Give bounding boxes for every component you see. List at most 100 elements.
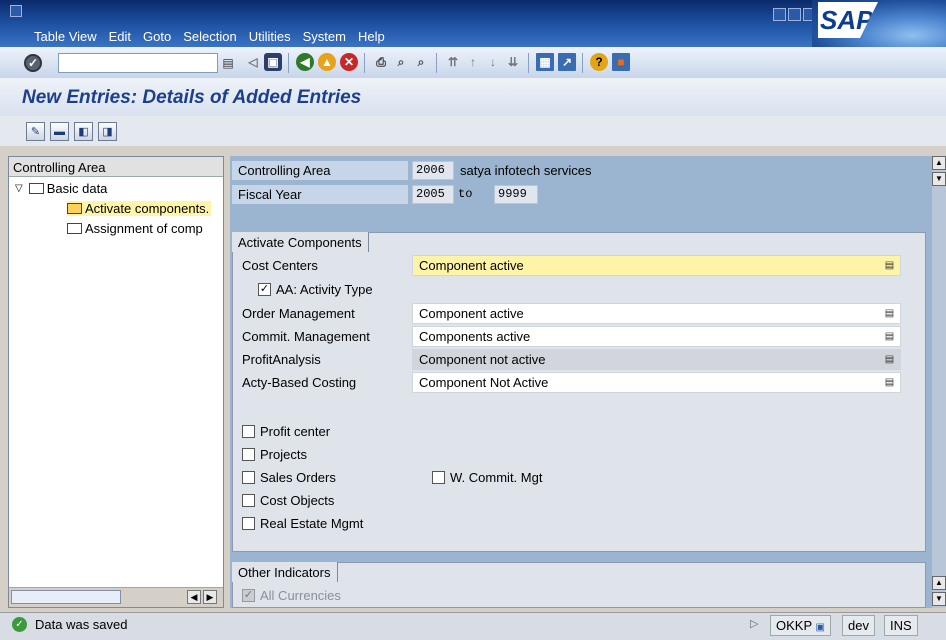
real-estate-mgmt-checkbox[interactable]: Real Estate Mgmt bbox=[242, 516, 363, 531]
scroll-thumb[interactable] bbox=[11, 590, 121, 604]
back-icon[interactable]: ◀ bbox=[296, 53, 314, 71]
checkbox-label: Profit center bbox=[260, 424, 331, 439]
menu-goto[interactable]: Goto bbox=[143, 29, 171, 44]
maximize-icon[interactable] bbox=[788, 8, 801, 21]
order-management-label: Order Management bbox=[242, 306, 355, 321]
display-change-icon[interactable]: ✎ bbox=[26, 122, 45, 141]
folder-open-icon bbox=[67, 203, 82, 214]
scroll-right-icon[interactable]: ▶ bbox=[203, 590, 217, 604]
tree-node-assignment[interactable]: Assignment of comp bbox=[67, 221, 203, 236]
profit-analysis-label: ProfitAnalysis bbox=[242, 352, 321, 367]
delete-icon[interactable]: ▬ bbox=[50, 122, 69, 141]
folder-icon bbox=[28, 183, 44, 194]
fiscal-year-to-field: 9999 bbox=[494, 185, 538, 204]
menu-system[interactable]: System bbox=[303, 29, 346, 44]
w-commit-mgt-checkbox[interactable]: W. Commit. Mgt bbox=[432, 470, 542, 485]
checkbox-icon[interactable] bbox=[242, 471, 255, 484]
dropdown-icon[interactable]: ▤ bbox=[883, 259, 896, 272]
server-icon: ▣ bbox=[815, 622, 825, 633]
menu-bar: Table View Edit Goto Selection Utilities… bbox=[0, 25, 397, 47]
shortcut-icon[interactable]: ↗ bbox=[558, 53, 576, 71]
scroll-up-icon[interactable]: ▲ bbox=[932, 156, 946, 170]
save-icon[interactable]: ▣ bbox=[264, 53, 282, 71]
dropdown-icon[interactable]: ▤ bbox=[883, 330, 896, 343]
checkbox-label: Cost Objects bbox=[260, 493, 335, 508]
checkbox-icon[interactable] bbox=[242, 517, 255, 530]
commit-management-dropdown[interactable]: Components active ▤ bbox=[412, 326, 901, 347]
checkbox-icon[interactable] bbox=[432, 471, 445, 484]
profit-analysis-dropdown[interactable]: Component not active ▤ bbox=[412, 349, 901, 370]
command-history-icon[interactable]: ▤ bbox=[220, 55, 236, 71]
application-toolbar bbox=[0, 116, 946, 146]
acty-based-costing-label: Acty-Based Costing bbox=[242, 375, 357, 390]
print-icon[interactable]: ⎙ bbox=[372, 53, 390, 71]
window-menu-icon[interactable] bbox=[10, 5, 22, 17]
insert-mode[interactable]: INS bbox=[884, 615, 918, 636]
controlling-area-label: Controlling Area bbox=[232, 161, 408, 180]
profit-center-checkbox[interactable]: Profit center bbox=[242, 424, 330, 439]
checkbox-icon[interactable] bbox=[242, 448, 255, 461]
status-expand-icon[interactable]: ▷ bbox=[750, 617, 758, 630]
scroll-left-icon[interactable]: ◀ bbox=[187, 590, 201, 604]
dropdown-icon[interactable]: ▤ bbox=[883, 307, 896, 320]
detail-area: Controlling Area 2006 satya infotech ser… bbox=[230, 156, 932, 608]
find-icon[interactable]: ⌕ bbox=[392, 53, 410, 71]
dropdown-value: Component Not Active bbox=[419, 375, 549, 390]
tree-node-activate-components[interactable]: Activate components. bbox=[67, 201, 212, 216]
checkbox-label: All Currencies bbox=[260, 588, 341, 603]
transaction-text: OKKP bbox=[776, 618, 812, 633]
menu-table-view[interactable]: Table View bbox=[34, 29, 97, 44]
success-icon: ✓ bbox=[12, 617, 27, 632]
find-next-icon[interactable]: ⌕ bbox=[412, 53, 430, 71]
sales-orders-checkbox[interactable]: Sales Orders bbox=[242, 470, 336, 485]
scroll-down-icon[interactable]: ▼ bbox=[932, 592, 946, 606]
next-entry-icon[interactable]: ◨ bbox=[98, 122, 117, 141]
scroll-up-bottom-icon[interactable]: ▲ bbox=[932, 576, 946, 590]
create-session-icon[interactable]: ▦ bbox=[536, 53, 554, 71]
checkbox-icon[interactable]: ✓ bbox=[258, 283, 271, 296]
scroll-page-up-icon[interactable]: ▼ bbox=[932, 172, 946, 186]
checkbox-label: AA: Activity Type bbox=[276, 282, 373, 297]
dropdown-icon[interactable]: ▤ bbox=[883, 353, 896, 366]
checkbox-icon[interactable] bbox=[242, 425, 255, 438]
previous-entry-icon[interactable]: ◧ bbox=[74, 122, 93, 141]
exit-icon[interactable]: ▲ bbox=[318, 53, 336, 71]
tree-node-basic-data[interactable]: ▽ Basic data bbox=[15, 181, 107, 196]
first-page-icon[interactable]: ⇈ bbox=[444, 53, 462, 71]
minimize-icon[interactable] bbox=[773, 8, 786, 21]
tree-horizontal-scrollbar[interactable]: ◀ ▶ bbox=[9, 587, 223, 607]
next-page-icon[interactable]: ↓ bbox=[484, 53, 502, 71]
dropdown-value: Component active bbox=[419, 306, 524, 321]
last-page-icon[interactable]: ⇊ bbox=[504, 53, 522, 71]
projects-checkbox[interactable]: Projects bbox=[242, 447, 307, 462]
menu-help[interactable]: Help bbox=[358, 29, 385, 44]
menu-edit[interactable]: Edit bbox=[109, 29, 131, 44]
dropdown-value: Component not active bbox=[419, 352, 546, 367]
commit-management-label: Commit. Management bbox=[242, 329, 370, 344]
status-message: ✓ Data was saved bbox=[12, 617, 128, 632]
previous-page-icon[interactable]: ↑ bbox=[464, 53, 482, 71]
tree-label: Assignment of comp bbox=[85, 221, 203, 236]
menu-utilities[interactable]: Utilities bbox=[249, 29, 291, 44]
checkbox-icon[interactable] bbox=[242, 494, 255, 507]
help-icon[interactable]: ? bbox=[590, 53, 608, 71]
expand-icon[interactable]: ▽ bbox=[15, 183, 23, 194]
order-management-dropdown[interactable]: Component active ▤ bbox=[412, 303, 901, 324]
command-field[interactable] bbox=[58, 53, 218, 73]
acty-based-costing-dropdown[interactable]: Component Not Active ▤ bbox=[412, 372, 901, 393]
collapse-icon[interactable]: ◁ bbox=[244, 53, 262, 71]
vertical-scrollbar[interactable]: ▲ ▼ ▲ ▼ bbox=[932, 156, 946, 608]
aa-activity-type-checkbox[interactable]: ✓ AA: Activity Type bbox=[258, 282, 373, 297]
cost-centers-dropdown[interactable]: Component active ▤ bbox=[412, 255, 901, 276]
page-title: New Entries: Details of Added Entries bbox=[22, 87, 362, 108]
cost-objects-checkbox[interactable]: Cost Objects bbox=[242, 493, 334, 508]
checkbox-label: Projects bbox=[260, 447, 307, 462]
transaction-code[interactable]: OKKP ▣ bbox=[770, 615, 831, 636]
group-title: Activate Components bbox=[232, 232, 369, 252]
menu-selection[interactable]: Selection bbox=[183, 29, 236, 44]
folder-icon bbox=[67, 223, 82, 234]
enter-icon[interactable]: ✓ bbox=[24, 54, 42, 72]
dropdown-icon[interactable]: ▤ bbox=[883, 376, 896, 389]
layout-menu-icon[interactable]: ■ bbox=[612, 53, 630, 71]
cancel-icon[interactable]: ✕ bbox=[340, 53, 358, 71]
